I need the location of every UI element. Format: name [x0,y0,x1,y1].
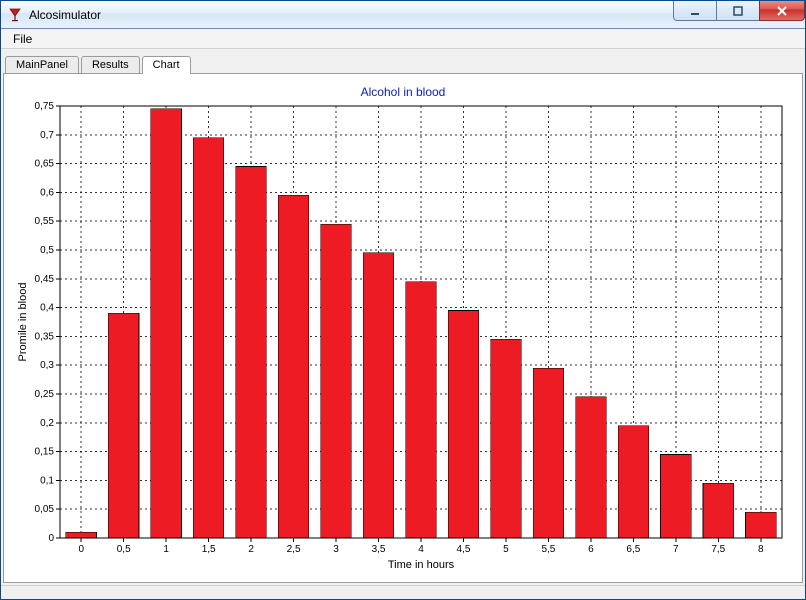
titlebar[interactable]: Alcosimulator [1,1,805,29]
bar [151,109,182,538]
y-tick-label: 0,25 [35,389,55,400]
x-tick-label: 1,5 [202,544,216,555]
y-tick-label: 0,65 [35,159,55,170]
statusbar [1,585,805,599]
bar [576,397,607,538]
x-tick-label: 4,5 [457,544,471,555]
tab-panel-chart: Alcohol in blood 0 0,05 0,1 0,15 0,2 0,25 0,3 0,… [3,73,803,583]
y-tick-label: 0,35 [35,331,55,342]
menu-file[interactable]: File [5,30,40,48]
chart-title: Alcohol in blood [361,85,446,99]
minimize-button[interactable] [673,1,717,21]
menubar: File [1,29,805,49]
tab-results[interactable]: Results [81,56,140,74]
y-tick-label: 0,75 [35,101,55,112]
y-tick-label: 0,45 [35,274,55,285]
chart-container: Alcohol in blood 0 0,05 0,1 0,15 0,2 0,25 0,3 0,… [12,82,794,574]
tab-mainpanel[interactable]: MainPanel [5,56,79,74]
bar [193,138,224,538]
x-tick-label: 3 [333,544,339,555]
y-tick-label: 0,5 [40,245,54,256]
x-axis-label: Time in hours [388,559,455,571]
x-tick-label: 0 [78,544,84,555]
x-tick-label: 2 [248,544,254,555]
x-tick-label: 6,5 [626,544,640,555]
y-tick-label: 0,15 [35,447,55,458]
tab-chart[interactable]: Chart [142,56,191,74]
x-tick-label: 4 [418,544,424,555]
y-tick-label: 0,05 [35,504,55,515]
bar [406,282,437,538]
y-tick-label: 0,3 [40,360,54,371]
maximize-button[interactable] [716,1,760,21]
bar [745,512,776,538]
y-tick-label: 0,2 [40,418,54,429]
x-tick-label: 8 [758,544,764,555]
bar [108,313,139,538]
bar [491,339,522,538]
y-tick-label: 0,7 [40,130,54,141]
x-tick-label: 5 [503,544,509,555]
app-icon [7,7,23,23]
client-area: MainPanel Results Chart Alcohol in blood… [1,49,805,585]
x-tick-label: 2,5 [287,544,301,555]
bar [661,454,692,538]
bar [448,310,479,538]
window-controls [674,1,805,21]
y-tick-label: 0 [48,533,54,544]
bar [321,224,352,538]
y-tick-label: 0,1 [40,475,54,486]
bar [618,426,649,538]
x-tick-label: 3,5 [372,544,386,555]
y-tick-label: 0,4 [40,303,54,314]
x-tick-label: 5,5 [541,544,555,555]
close-button[interactable] [759,1,805,21]
x-tick-label: 0,5 [117,544,131,555]
y-axis-label: Promile in blood [17,283,29,362]
x-tick-label: 6 [588,544,594,555]
window-title: Alcosimulator [29,8,101,22]
bar [533,368,564,538]
tabstrip: MainPanel Results Chart [3,51,803,73]
app-window: Alcosimulator File MainPanel Results Cha… [0,0,806,600]
bar [363,253,394,538]
x-tick-label: 1 [163,544,169,555]
bar [278,195,309,538]
bar [66,532,97,538]
x-tick-label: 7,5 [711,544,725,555]
y-tick-label: 0,6 [40,187,54,198]
y-tick-label: 0,55 [35,216,55,227]
bar [703,483,734,538]
bar [236,166,267,538]
alcohol-chart: Alcohol in blood 0 0,05 0,1 0,15 0,2 0,25 0,3 0,… [12,82,794,574]
x-tick-label: 7 [673,544,679,555]
